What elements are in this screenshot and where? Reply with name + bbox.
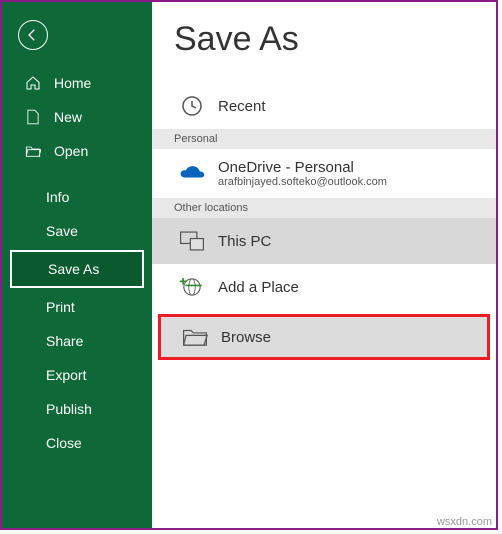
loc-label: Recent xyxy=(218,98,266,115)
nav-label: Home xyxy=(54,75,91,91)
nav-secondary: Info Save Save As Print Share Export Pub… xyxy=(2,180,152,460)
add-place-icon xyxy=(174,276,210,298)
loc-add-place[interactable]: Add a Place xyxy=(152,264,496,310)
browse-folder-icon xyxy=(177,327,213,347)
back-arrow-icon xyxy=(25,27,41,43)
new-icon xyxy=(24,109,42,125)
page-title: Save As xyxy=(152,20,496,59)
loc-label: This PC xyxy=(218,233,271,250)
nav-print[interactable]: Print xyxy=(2,290,152,324)
this-pc-icon xyxy=(174,230,210,252)
nav-label: Save As xyxy=(48,261,99,277)
nav-share[interactable]: Share xyxy=(2,324,152,358)
main-panel: Save As Recent Personal OneDrive - Perso… xyxy=(152,2,496,528)
locations-list: Recent Personal OneDrive - Personal araf… xyxy=(152,83,496,360)
nav-label: Info xyxy=(46,189,69,205)
watermark: wsxdn.com xyxy=(437,516,492,528)
loc-browse[interactable]: Browse xyxy=(158,314,490,360)
loc-label: Add a Place xyxy=(218,279,299,296)
nav-label: New xyxy=(54,109,82,125)
nav-save[interactable]: Save xyxy=(2,214,152,248)
onedrive-title: OneDrive - Personal xyxy=(218,159,387,176)
loc-onedrive[interactable]: OneDrive - Personal arafbinjayed.softeko… xyxy=(152,149,496,198)
nav-primary: Home New Open xyxy=(2,66,152,168)
loc-label: Browse xyxy=(221,329,271,346)
onedrive-icon xyxy=(174,165,210,183)
nav-label: Publish xyxy=(46,401,92,417)
loc-this-pc[interactable]: This PC xyxy=(152,218,496,264)
nav-label: Export xyxy=(46,367,86,383)
onedrive-email: arafbinjayed.softeko@outlook.com xyxy=(218,176,387,188)
nav-export[interactable]: Export xyxy=(2,358,152,392)
nav-label: Close xyxy=(46,435,82,451)
nav-open[interactable]: Open xyxy=(2,134,152,168)
nav-label: Print xyxy=(46,299,75,315)
nav-home[interactable]: Home xyxy=(2,66,152,100)
sidebar: Home New Open Info Save Save As Print Sh… xyxy=(2,2,152,528)
section-other: Other locations xyxy=(152,198,496,218)
nav-publish[interactable]: Publish xyxy=(2,392,152,426)
section-personal: Personal xyxy=(152,129,496,149)
nav-info[interactable]: Info xyxy=(2,180,152,214)
app-frame: Home New Open Info Save Save As Print Sh… xyxy=(0,0,498,530)
back-button[interactable] xyxy=(18,20,48,50)
nav-label: Save xyxy=(46,223,78,239)
nav-label: Share xyxy=(46,333,83,349)
loc-recent[interactable]: Recent xyxy=(152,83,496,129)
open-folder-icon xyxy=(24,144,42,158)
nav-new[interactable]: New xyxy=(2,100,152,134)
nav-save-as[interactable]: Save As xyxy=(10,250,144,288)
home-icon xyxy=(24,75,42,91)
clock-icon xyxy=(174,94,210,118)
nav-label: Open xyxy=(54,143,88,159)
nav-close[interactable]: Close xyxy=(2,426,152,460)
